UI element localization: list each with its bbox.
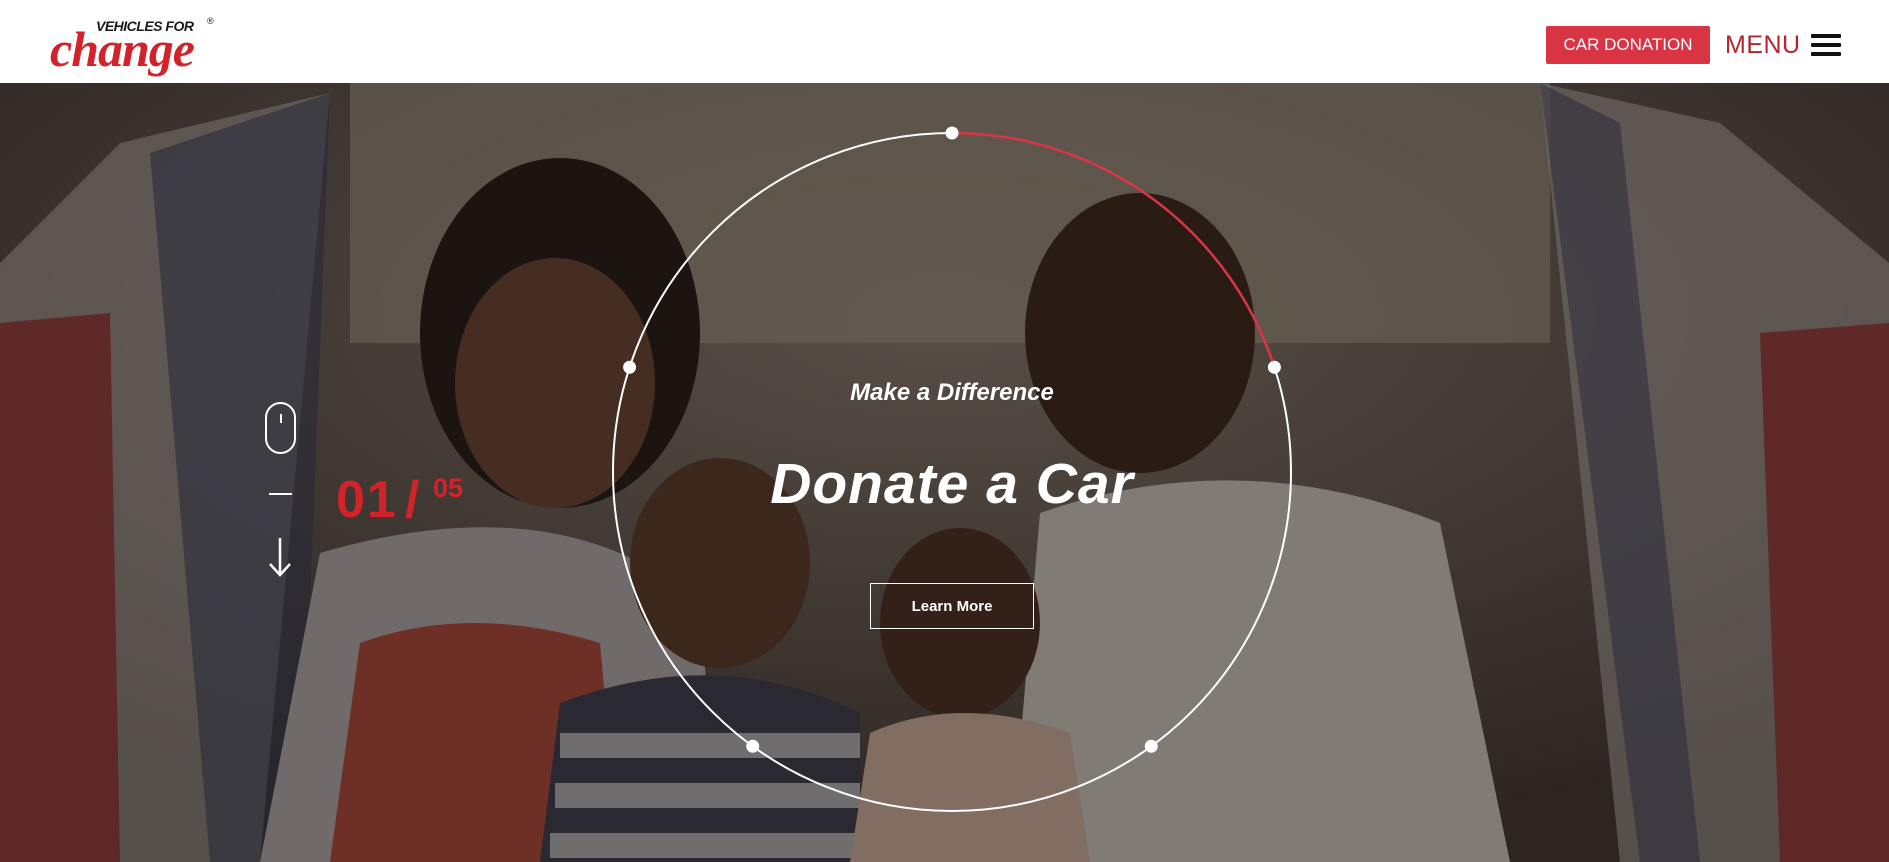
mouse-scroll-icon	[265, 402, 296, 454]
learn-more-button[interactable]: Learn More	[870, 583, 1034, 629]
logo-main-text: change	[50, 21, 195, 77]
site-header: VEHICLES FOR ® change CAR DONATION MENU	[0, 0, 1889, 83]
down-arrow-icon[interactable]	[266, 536, 294, 578]
hamburger-icon	[1810, 34, 1841, 56]
hero-headline: Donate a Car	[770, 452, 1134, 516]
menu-toggle[interactable]: MENU	[1725, 28, 1841, 62]
slide-counter-separator: /	[405, 471, 420, 529]
menu-label: MENU	[1725, 30, 1801, 59]
slide-counter-current: 01	[336, 471, 398, 529]
hero-section: Make a Difference Donate a Car Learn Mor…	[0, 83, 1889, 862]
slide-counter-total: 05	[433, 473, 464, 503]
car-donation-button[interactable]: CAR DONATION	[1546, 26, 1710, 64]
logo[interactable]: VEHICLES FOR ® change	[50, 14, 220, 76]
slide-divider-dash	[269, 493, 292, 495]
logo-registered-mark: ®	[207, 16, 214, 26]
